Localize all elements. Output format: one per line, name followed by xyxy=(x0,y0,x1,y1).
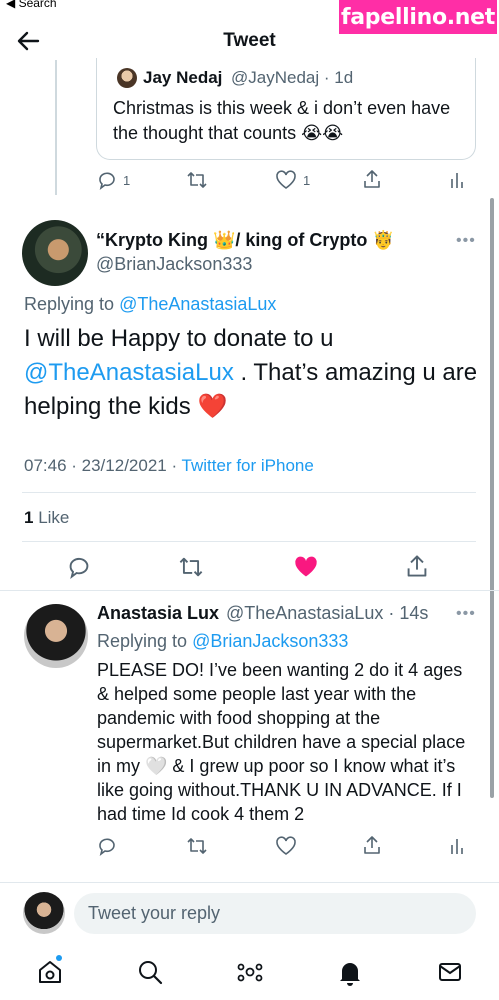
main-tweet-avatar[interactable] xyxy=(22,220,88,286)
main-tweet-replying-to: Replying to @TheAnastasiaLux xyxy=(24,294,276,315)
thread-connector-line xyxy=(55,60,57,195)
reply-icon xyxy=(97,170,117,190)
share-icon xyxy=(362,835,382,855)
main-like-button[interactable] xyxy=(293,555,319,579)
reply-tweet-replying-to: Replying to @BrianJackson333 xyxy=(97,631,348,652)
main-share-button[interactable] xyxy=(405,554,429,578)
compose-avatar xyxy=(23,892,65,934)
reply-like-button[interactable] xyxy=(275,836,297,856)
quoted-tweet-avatar[interactable] xyxy=(117,68,137,88)
parent-share-button[interactable] xyxy=(362,169,382,189)
reply-icon xyxy=(67,555,91,579)
main-tweet-source[interactable]: Twitter for iPhone xyxy=(182,456,314,475)
reply-tweet-author-name[interactable]: Anastasia Lux xyxy=(97,603,219,624)
scrollbar[interactable] xyxy=(490,198,494,798)
parent-analytics-button[interactable] xyxy=(450,170,464,190)
quoted-tweet-text: Christmas is this week & i don’t even ha… xyxy=(113,98,451,143)
parent-reply-count: 1 xyxy=(123,172,131,188)
divider xyxy=(0,590,499,591)
quoted-tweet-author-name: Jay Nedaj xyxy=(143,68,223,87)
main-retweet-button[interactable] xyxy=(178,555,204,579)
heart-filled-icon xyxy=(293,555,319,579)
retweet-icon xyxy=(186,170,208,190)
likes-label: Like xyxy=(33,508,70,527)
quoted-tweet-author-handle: @JayNedaj · 1d xyxy=(231,68,354,87)
divider xyxy=(22,541,476,542)
replying-to-link[interactable]: @BrianJackson333 xyxy=(192,631,348,651)
replying-prefix: Replying to xyxy=(97,631,193,651)
main-tweet-author-handle[interactable]: @BrianJackson333 xyxy=(96,254,252,275)
reply-analytics-button[interactable] xyxy=(450,836,464,856)
main-text-part1: I will be Happy to donate to u xyxy=(24,325,334,352)
retweet-icon xyxy=(186,836,208,856)
retweet-icon xyxy=(178,555,204,579)
heart-outline-icon xyxy=(275,170,297,190)
share-icon xyxy=(405,554,429,578)
analytics-icon xyxy=(450,170,464,190)
reply-share-button[interactable] xyxy=(362,835,382,855)
home-icon[interactable] xyxy=(36,958,64,986)
page-title: Tweet xyxy=(223,30,276,51)
home-notification-dot xyxy=(56,955,62,961)
compose-divider xyxy=(0,882,499,883)
divider xyxy=(22,492,476,493)
main-tweet-text: I will be Happy to donate to u @TheAnast… xyxy=(24,322,484,424)
messages-icon[interactable] xyxy=(436,958,464,986)
main-tweet-author-name[interactable]: “Krypto King 👑/ king of Crypto 🤴 xyxy=(96,230,395,251)
status-back-to-search[interactable]: ◀ Search xyxy=(6,0,57,10)
replying-to-link[interactable]: @TheAnastasiaLux xyxy=(119,294,276,314)
main-tweet-timestamp: 07:46 · 23/12/2021 · xyxy=(24,456,182,475)
notifications-icon[interactable] xyxy=(336,958,364,986)
main-text-mention[interactable]: @TheAnastasiaLux xyxy=(24,359,234,386)
parent-like-button[interactable]: 1 xyxy=(275,170,310,190)
reply-tweet-more-icon[interactable]: ••• xyxy=(456,605,476,623)
reply-icon xyxy=(97,836,117,856)
likes-summary[interactable]: 1 Like xyxy=(24,508,69,528)
parent-like-count: 1 xyxy=(303,172,311,188)
main-tweet-meta: 07:46 · 23/12/2021 · Twitter for iPhone xyxy=(24,456,314,476)
search-icon[interactable] xyxy=(136,958,164,986)
share-icon xyxy=(362,169,382,189)
reply-tweet-text: PLEASE DO! I’ve been wanting 2 do it 4 a… xyxy=(97,660,466,824)
parent-retweet-button[interactable] xyxy=(186,170,208,190)
reply-reply-button[interactable] xyxy=(97,836,117,856)
spaces-icon[interactable] xyxy=(236,958,264,986)
reply-tweet-avatar[interactable] xyxy=(24,604,88,668)
reply-input[interactable] xyxy=(74,893,476,934)
reply-tweet-author-handle[interactable]: @TheAnastasiaLux · 14s xyxy=(226,603,428,624)
replying-prefix: Replying to xyxy=(24,294,120,314)
main-reply-button[interactable] xyxy=(67,555,91,579)
parent-reply-button[interactable]: 1 xyxy=(97,170,130,190)
reply-retweet-button[interactable] xyxy=(186,836,208,856)
watermark: fapellino.net xyxy=(339,0,497,34)
analytics-icon xyxy=(450,836,464,856)
heart-outline-icon xyxy=(275,836,297,856)
main-tweet-more-icon[interactable]: ••• xyxy=(456,232,476,250)
